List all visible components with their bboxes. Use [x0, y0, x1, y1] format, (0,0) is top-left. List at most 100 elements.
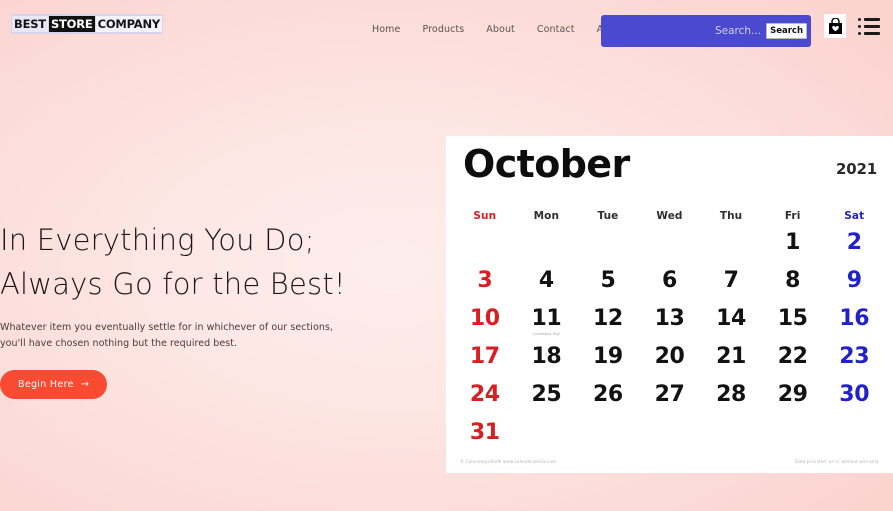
calendar-day-20[interactable]: 20	[639, 342, 701, 380]
calendar-week-row: 24 25 26 27 28 29 30	[454, 380, 885, 418]
search-bar[interactable]: Search... Search	[601, 15, 811, 47]
calendar-day-number: 14	[716, 306, 746, 331]
calendar-week-row: 31	[454, 418, 885, 456]
calendar-week-row: 17 18 19 20 21 22 23	[454, 342, 885, 380]
calendar-day-2[interactable]: 2	[823, 228, 885, 266]
shopping-bag-icon[interactable]	[824, 14, 846, 38]
calendar-day-number: 26	[593, 382, 623, 407]
nav-item-products[interactable]: Products	[422, 24, 464, 35]
calendar-day-27[interactable]: 27	[639, 380, 701, 418]
calendar-day-15[interactable]: 15	[762, 304, 824, 342]
nav-item-home[interactable]: Home	[372, 24, 400, 35]
calendar-day-30[interactable]: 30	[823, 380, 885, 418]
calendar-day-19[interactable]: 19	[577, 342, 639, 380]
calendar-day-8[interactable]: 8	[762, 266, 824, 304]
calendar-day-4[interactable]: 4	[516, 266, 578, 304]
hero-title-line-1: In Everything You Do;	[0, 223, 315, 257]
calendar-day-18[interactable]: 18	[516, 342, 578, 380]
calendar-day-3[interactable]: 3	[454, 266, 516, 304]
calendar-dow-mon: Mon	[533, 210, 560, 222]
calendar-day-12[interactable]: 12	[577, 304, 639, 342]
calendar-day-number: 19	[593, 344, 623, 369]
calendar-year: 2021	[836, 160, 877, 178]
calendar-day-26[interactable]: 26	[577, 380, 639, 418]
calendar-day-empty	[516, 228, 578, 266]
calendar-day-5[interactable]: 5	[577, 266, 639, 304]
calendar-footer-left: © Calendarpedia® www.calendarpedia.com	[460, 459, 557, 464]
calendar-day-number: 24	[469, 382, 500, 407]
menu-row	[858, 25, 880, 28]
calendar-day-number: 4	[538, 268, 554, 293]
calendar-day-21[interactable]: 21	[700, 342, 762, 380]
calendar-dow-row: Sun Mon Tue Wed Thu Fri Sat	[454, 198, 885, 228]
calendar-day-empty	[700, 418, 762, 456]
calendar-day-number: 20	[654, 344, 685, 369]
calendar-day-number: 28	[716, 382, 746, 407]
calendar-footer-right: Data provided 'as is' without warranty	[795, 459, 879, 464]
calendar-dow-wed: Wed	[656, 210, 683, 222]
calendar-day-7[interactable]: 7	[700, 266, 762, 304]
calendar-day-31[interactable]: 31	[454, 418, 516, 456]
calendar-day-number: 7	[723, 268, 739, 293]
calendar-day-empty	[762, 418, 824, 456]
calendar-day-24[interactable]: 24	[454, 380, 516, 418]
hero-title-line-2: Always Go for the Best!	[0, 267, 346, 301]
menu-dot	[858, 32, 861, 35]
calendar-day-10[interactable]: 10	[454, 304, 516, 342]
calendar-day-empty	[577, 418, 639, 456]
hero-subtitle-line-1: Whatever item you eventually settle for …	[0, 322, 333, 333]
calendar-day-empty	[823, 418, 885, 456]
calendar-dow-thu: Thu	[719, 210, 743, 222]
calendar-dow-fri: Fri	[784, 210, 801, 222]
calendar-day-number: 23	[839, 344, 870, 369]
nav-item-contact[interactable]: Contact	[537, 24, 575, 35]
calendar-day-empty	[639, 228, 701, 266]
calendar-day-9[interactable]: 9	[823, 266, 885, 304]
search-button[interactable]: Search	[766, 23, 807, 39]
calendar-day-6[interactable]: 6	[639, 266, 701, 304]
calendar-header: October 2021	[446, 136, 893, 198]
menu-row	[858, 32, 880, 35]
calendar-day-number: 22	[777, 344, 808, 369]
calendar-month: October	[463, 142, 630, 186]
search-input[interactable]: Search...	[715, 25, 761, 37]
logo-word-best: BEST	[12, 16, 48, 32]
calendar-day-number: 15	[777, 306, 808, 331]
calendar-day-number: 5	[600, 268, 616, 293]
calendar-day-25[interactable]: 25	[516, 380, 578, 418]
logo-word-store: STORE	[48, 16, 95, 32]
calendar-day-17[interactable]: 17	[454, 342, 516, 380]
calendar-day-22[interactable]: 22	[762, 342, 824, 380]
calendar-week-row: 10 11 Columbus Day 12 13 14 15 16	[454, 304, 885, 342]
begin-here-button[interactable]: Begin Here →	[0, 370, 108, 399]
main-navigation: Home Products About Contact Account	[372, 24, 636, 35]
begin-here-label: Begin Here	[18, 379, 74, 390]
calendar-day-empty	[454, 228, 516, 266]
calendar-holiday-label: Columbus Day	[532, 332, 561, 336]
calendar-dow-sat: Sat	[844, 210, 865, 222]
site-logo[interactable]: BEST STORE COMPANY	[11, 14, 164, 34]
calendar-day-11[interactable]: 11 Columbus Day	[516, 304, 578, 342]
calendar-day-number: 27	[654, 382, 685, 407]
calendar-day-14[interactable]: 14	[700, 304, 762, 342]
calendar-dow-sun: Sun	[473, 210, 497, 222]
calendar-week-row: 12	[454, 228, 885, 266]
calendar-day-23[interactable]: 23	[823, 342, 885, 380]
hero-section: In Everything You Do; Always Go for the …	[0, 218, 420, 399]
calendar-day-number: 8	[785, 268, 801, 293]
nav-item-about[interactable]: About	[486, 24, 515, 35]
calendar-day-16[interactable]: 16	[823, 304, 885, 342]
calendar-day-28[interactable]: 28	[700, 380, 762, 418]
calendar-day-number: 10	[469, 306, 500, 331]
calendar-day-empty	[639, 418, 701, 456]
calendar-day-number: 2	[846, 230, 862, 255]
calendar-day-13[interactable]: 13	[639, 304, 701, 342]
hero-subtitle-line-2: you'll have chosen nothing but the requi…	[0, 338, 238, 349]
menu-dot	[858, 18, 861, 21]
hamburger-menu-icon[interactable]	[858, 18, 880, 35]
calendar-day-number: 16	[839, 306, 870, 331]
menu-dot	[858, 25, 861, 28]
calendar-day-29[interactable]: 29	[762, 380, 824, 418]
calendar-day-1[interactable]: 1	[762, 228, 824, 266]
calendar-footer: © Calendarpedia® www.calendarpedia.com D…	[446, 459, 893, 465]
